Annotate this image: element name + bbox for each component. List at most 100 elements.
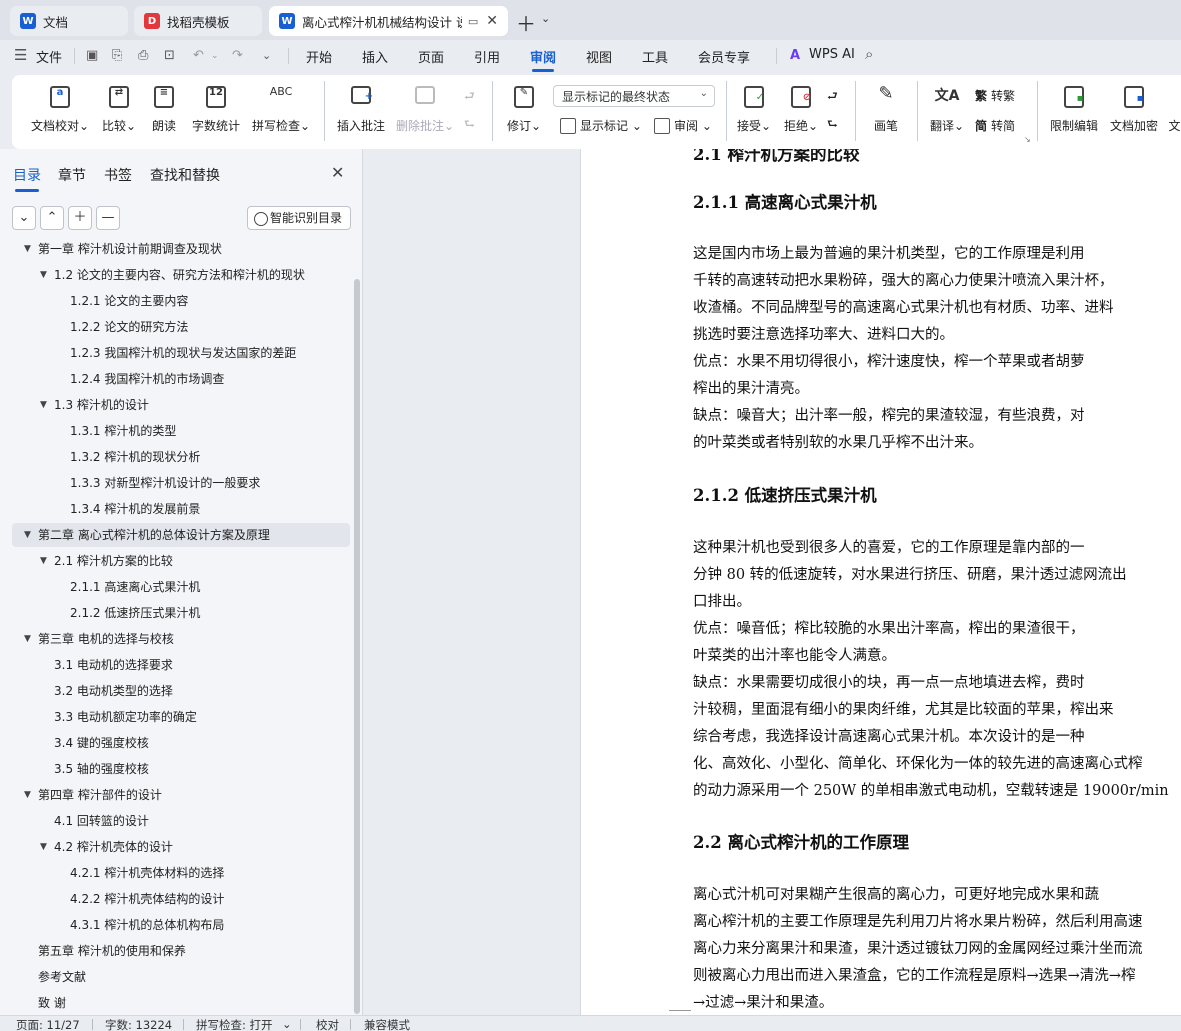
caret-down-icon[interactable]: ▼ — [24, 627, 31, 651]
launcher-icon[interactable]: ↘ — [1024, 135, 1031, 144]
toc-item[interactable]: 3.3 电动机额定功率的确定 — [0, 705, 350, 729]
print-icon[interactable]: ⎙ — [138, 48, 148, 63]
pen-button[interactable]: ✎ 画笔 — [870, 83, 902, 134]
toc-item[interactable]: 4.1 回转篮的设计 — [0, 809, 350, 833]
menu-insert[interactable]: 插入 — [362, 47, 388, 66]
previous-comment-icon[interactable]: ⮐ — [464, 87, 475, 108]
spell-check-button[interactable]: ABC 拼写检查⌄ — [250, 83, 312, 134]
to-simplified-button[interactable]: 简 转简 — [975, 117, 1015, 134]
redo-icon[interactable]: ↷ — [232, 48, 243, 63]
markup-state-select[interactable]: 显示标记的最终状态 ⌄ — [553, 85, 715, 107]
toc-item[interactable]: 参考文献 — [0, 965, 350, 989]
monitor-icon[interactable]: ▭ — [468, 15, 478, 28]
toc-item[interactable]: 4.2.1 榨汁机壳体材料的选择 — [0, 861, 350, 885]
review-pane-button[interactable]: 审阅 ⌄ — [654, 117, 712, 134]
show-markup-button[interactable]: 显示标记 ⌄ — [560, 117, 642, 134]
collapse-up-button[interactable]: ⌃ — [40, 206, 64, 230]
translate-button[interactable]: 文A 翻译⌄ — [927, 83, 967, 134]
tab-docer-templates[interactable]: D 找稻壳模板 — [134, 6, 262, 36]
restrict-edit-button[interactable]: ▪ 限制编辑 — [1048, 83, 1100, 134]
compare-button[interactable]: ⇄ 比较⌄ — [96, 83, 142, 134]
new-tab-icon[interactable]: ＋ — [516, 8, 536, 37]
toc-item[interactable]: ▼ 第三章 电机的选择与校核 — [0, 627, 350, 651]
reject-button[interactable]: ⊘ 拒绝⌄ — [781, 83, 821, 134]
toc-item[interactable]: 4.3.1 榨汁机的总体机构布局 — [0, 913, 350, 937]
toc-item[interactable]: 1.3.1 榨汁机的类型 — [0, 419, 350, 443]
tab-documents[interactable]: W 文档 — [10, 6, 128, 36]
read-aloud-button[interactable]: ≡ 朗读 — [148, 83, 180, 134]
caret-down-icon[interactable]: ▼ — [40, 549, 47, 573]
toc-item[interactable]: 致 谢 — [0, 991, 350, 1015]
toc-item[interactable]: ▼ 1.2 论文的主要内容、研究方法和榨汁机的现状 — [0, 263, 350, 287]
toc-item[interactable]: ▼ 4.2 榨汁机壳体的设计 — [0, 835, 350, 859]
accept-button[interactable]: ✓ 接受⌄ — [734, 83, 774, 134]
caret-down-icon[interactable]: ▼ — [40, 393, 47, 417]
document-page[interactable]: 2.1 榨汁机方案的比较 2.1.1 高速离心式果汁机 这是国内市场上最为普遍的果… — [580, 149, 1181, 1015]
tab-sections[interactable]: 章节 — [58, 165, 86, 185]
delete-comment-button[interactable]: 删除批注⌄ — [396, 83, 454, 134]
more-ribbon-button[interactable]: 文 — [1168, 83, 1181, 134]
toc-item[interactable]: 3.4 键的强度校核 — [0, 731, 350, 755]
customize-dropdown-icon[interactable]: ⌄ — [262, 49, 271, 62]
wps-ai-icon[interactable]: A — [790, 48, 800, 63]
toc-item[interactable]: 第五章 榨汁机的使用和保养 — [0, 939, 350, 963]
caret-down-icon[interactable]: ▼ — [40, 835, 47, 859]
print-preview-icon[interactable]: ⊡ — [164, 48, 175, 63]
word-count-button[interactable]: 12 字数统计 — [190, 83, 242, 134]
toc-item[interactable]: 1.2.1 论文的主要内容 — [0, 289, 350, 313]
add-toc-item-button[interactable]: ＋ — [68, 206, 92, 230]
toc-item[interactable]: 1.3.4 榨汁机的发展前景 — [0, 497, 350, 521]
tab-bookmarks[interactable]: 书签 — [104, 165, 132, 185]
menu-review[interactable]: 审阅 — [530, 47, 556, 72]
close-icon[interactable]: ✕ — [331, 163, 344, 182]
remove-toc-item-button[interactable]: — — [96, 206, 120, 230]
toc-item[interactable]: 4.2.2 榨汁机壳体结构的设计 — [0, 887, 350, 911]
menu-view[interactable]: 视图 — [586, 47, 612, 66]
encrypt-button[interactable]: ▪ 文档加密 — [1108, 83, 1160, 134]
toc-item[interactable]: 3.2 电动机类型的选择 — [0, 679, 350, 703]
search-icon[interactable]: ⌕ — [865, 45, 873, 63]
menu-wps-ai[interactable]: WPS AI — [809, 47, 855, 62]
previous-change-icon[interactable]: ⮐ — [827, 87, 838, 108]
menu-file[interactable]: 文件 — [36, 47, 62, 66]
toc-item[interactable]: ▼ 第四章 榨汁部件的设计 — [0, 783, 350, 807]
smart-toc-button[interactable]: 智能识别目录 — [247, 206, 351, 230]
toc-item[interactable]: ▼ 1.3 榨汁机的设计 — [0, 393, 350, 417]
tab-toc[interactable]: 目录 — [13, 165, 41, 192]
caret-down-icon[interactable]: ▼ — [24, 783, 31, 807]
next-change-icon[interactable]: ⮑ — [827, 115, 838, 136]
toc-item[interactable]: ▼ 第一章 榨汁机设计前期调查及现状 — [0, 241, 350, 261]
proofread-indicator[interactable]: 校对 — [316, 1017, 339, 1031]
toc-item[interactable]: 3.1 电动机的选择要求 — [0, 653, 350, 677]
toc-item[interactable]: 1.2.3 我国榨汁机的现状与发达国家的差距 — [0, 341, 350, 365]
caret-down-icon[interactable]: ▼ — [24, 241, 31, 261]
next-comment-icon[interactable]: ⮑ — [464, 115, 475, 136]
toc-scrollbar[interactable] — [354, 279, 360, 1014]
tab-find-replace[interactable]: 查找和替换 — [150, 165, 220, 185]
toc-item[interactable]: ▼ 2.1 榨汁机方案的比较 — [0, 549, 350, 573]
toc-item[interactable]: 2.1.2 低速挤压式果汁机 — [0, 601, 350, 625]
undo-icon[interactable]: ↶ — [193, 48, 204, 63]
toc-item[interactable]: 1.3.3 对新型榨汁机设计的一般要求 — [0, 471, 350, 495]
menu-references[interactable]: 引用 — [474, 47, 500, 66]
undo-dropdown-icon[interactable]: ⌄ — [211, 51, 219, 61]
doc-check-button[interactable]: a 文档校对⌄ — [28, 83, 92, 134]
menu-layout[interactable]: 页面 — [418, 47, 444, 66]
hamburger-icon[interactable]: ☰ — [14, 46, 27, 64]
menu-home[interactable]: 开始 — [306, 47, 332, 66]
chevron-down-icon[interactable]: ⌄ — [541, 12, 550, 25]
toc-item[interactable]: 1.2.2 论文的研究方法 — [0, 315, 350, 339]
chevron-down-icon[interactable]: ⌄ — [282, 1017, 292, 1031]
menu-tools[interactable]: 工具 — [642, 47, 668, 66]
word-count-indicator[interactable]: 字数: 13224 — [105, 1017, 172, 1031]
share-icon[interactable]: ⎘ — [112, 48, 122, 63]
caret-down-icon[interactable]: ▼ — [40, 263, 47, 287]
toc-item[interactable]: 1.3.2 榨汁机的现状分析 — [0, 445, 350, 469]
spell-check-indicator[interactable]: 拼写检查: 打开 — [196, 1017, 273, 1031]
close-icon[interactable]: ✕ — [486, 13, 498, 29]
to-traditional-button[interactable]: 繁 转繁 — [975, 87, 1015, 104]
toc-item[interactable]: 2.1.1 高速离心式果汁机 — [0, 575, 350, 599]
toc-item[interactable]: ▼ 第二章 离心式榨汁机的总体设计方案及原理 — [12, 523, 350, 547]
page-indicator[interactable]: 页面: 11/27 — [16, 1017, 80, 1031]
toc-item[interactable]: 3.5 轴的强度校核 — [0, 757, 350, 781]
